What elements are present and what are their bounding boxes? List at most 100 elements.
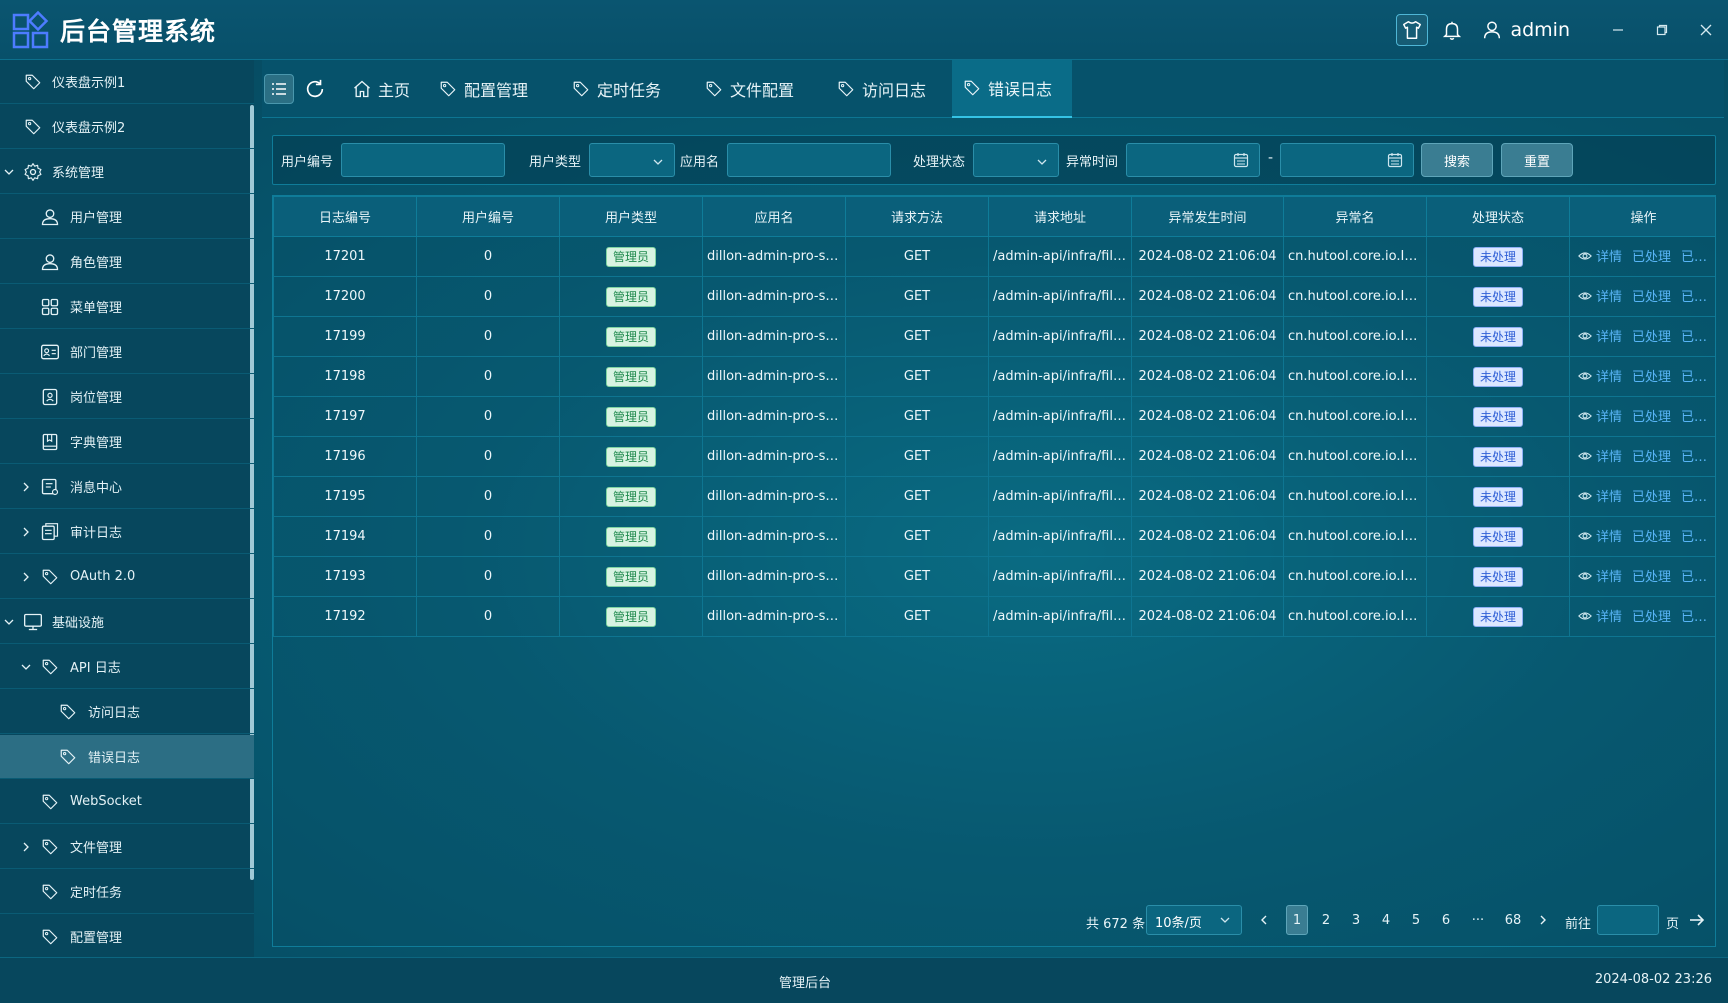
page-button[interactable]: 2: [1315, 905, 1337, 935]
sidebar-item-dictionary[interactable]: 字典管理: [0, 420, 254, 464]
sidebar-item-access-log[interactable]: 访问日志: [0, 690, 254, 734]
sidebar-item-infra[interactable]: 基础设施: [0, 600, 254, 644]
user-name[interactable]: admin: [1510, 19, 1570, 41]
detail-link[interactable]: 详情: [1596, 410, 1622, 425]
sidebar-item-menus[interactable]: 菜单管理: [0, 285, 254, 329]
user-type-select[interactable]: [589, 143, 675, 177]
time-label: 异常时间: [1066, 155, 1119, 170]
eye-icon[interactable]: [1578, 609, 1592, 627]
mark-ignored-link[interactable]: 已忽略: [1681, 490, 1715, 505]
eye-icon[interactable]: [1578, 569, 1592, 587]
tab-file-config[interactable]: 文件配置: [698, 60, 800, 118]
sidebar-item-oauth[interactable]: OAuth 2.0: [0, 555, 254, 599]
sidebar-item-messages[interactable]: 消息中心: [0, 465, 254, 509]
eye-icon[interactable]: [1578, 409, 1592, 427]
end-date-input[interactable]: [1280, 143, 1414, 177]
page-button[interactable]: 4: [1375, 905, 1397, 935]
detail-link[interactable]: 详情: [1596, 250, 1622, 265]
detail-link[interactable]: 详情: [1596, 490, 1622, 505]
eye-icon[interactable]: [1578, 369, 1592, 387]
sidebar-item-departments[interactable]: 部门管理: [0, 330, 254, 374]
sidebar-item-scheduled-tasks[interactable]: 定时任务: [0, 870, 254, 914]
eye-icon[interactable]: [1578, 449, 1592, 467]
sidebar-item-websocket[interactable]: WebSocket: [0, 780, 254, 824]
mark-handled-link[interactable]: 已处理: [1632, 570, 1671, 585]
page-button[interactable]: 1: [1286, 905, 1308, 935]
search-button[interactable]: 搜索: [1421, 143, 1493, 177]
eye-icon[interactable]: [1578, 329, 1592, 347]
detail-link[interactable]: 详情: [1596, 330, 1622, 345]
tab-home[interactable]: 主页: [346, 60, 416, 118]
page-button[interactable]: 5: [1405, 905, 1427, 935]
minimize-icon[interactable]: [1596, 0, 1640, 60]
mark-ignored-link[interactable]: 已忽略: [1681, 290, 1715, 305]
prev-page-icon[interactable]: [1253, 905, 1275, 935]
eye-icon[interactable]: [1578, 489, 1592, 507]
page-ellipsis[interactable]: ···: [1467, 905, 1489, 935]
mark-handled-link[interactable]: 已处理: [1632, 490, 1671, 505]
bell-icon[interactable]: [1436, 14, 1468, 46]
menu-toggle-icon[interactable]: [264, 74, 294, 104]
mark-handled-link[interactable]: 已处理: [1632, 450, 1671, 465]
page-button[interactable]: 68: [1500, 905, 1526, 935]
sidebar-item-dashboard-1[interactable]: 仪表盘示例1: [0, 60, 254, 104]
eye-icon[interactable]: [1578, 289, 1592, 307]
mark-ignored-link[interactable]: 已忽略: [1681, 570, 1715, 585]
mark-ignored-link[interactable]: 已忽略: [1681, 610, 1715, 625]
sidebar-item-users[interactable]: 用户管理: [0, 195, 254, 239]
start-date-input[interactable]: [1126, 143, 1260, 177]
mark-ignored-link[interactable]: 已忽略: [1681, 370, 1715, 385]
tab-config[interactable]: 配置管理: [432, 60, 534, 118]
sidebar-item-error-log[interactable]: 错误日志: [0, 735, 254, 779]
refresh-icon[interactable]: [300, 74, 330, 104]
detail-link[interactable]: 详情: [1596, 370, 1622, 385]
sidebar-item-label: 仪表盘示例2: [52, 121, 126, 136]
detail-link[interactable]: 详情: [1596, 290, 1622, 305]
eye-icon[interactable]: [1578, 529, 1592, 547]
mark-handled-link[interactable]: 已处理: [1632, 290, 1671, 305]
next-page-icon[interactable]: [1532, 905, 1554, 935]
user-icon[interactable]: [1476, 14, 1508, 46]
sidebar-item-system[interactable]: 系统管理: [0, 150, 254, 194]
user-id-input[interactable]: [341, 143, 505, 177]
mark-ignored-link[interactable]: 已忽略: [1681, 450, 1715, 465]
theme-shirt-icon[interactable]: [1396, 14, 1429, 46]
sidebar-item-files[interactable]: 文件管理: [0, 825, 254, 869]
detail-link[interactable]: 详情: [1596, 450, 1622, 465]
sidebar-item-roles[interactable]: 角色管理: [0, 240, 254, 284]
sidebar-item-api-log[interactable]: API 日志: [0, 645, 254, 689]
sidebar-item-dashboard-2[interactable]: 仪表盘示例2: [0, 105, 254, 149]
page-size-select[interactable]: 10条/页: [1146, 905, 1242, 935]
mark-handled-link[interactable]: 已处理: [1632, 530, 1671, 545]
sidebar-item-config[interactable]: 配置管理: [0, 915, 254, 957]
column-header: 请求地址: [988, 196, 1132, 237]
mark-handled-link[interactable]: 已处理: [1632, 370, 1671, 385]
mark-ignored-link[interactable]: 已忽略: [1681, 330, 1715, 345]
sidebar-item-posts[interactable]: 岗位管理: [0, 375, 254, 419]
tab-scheduled-tasks[interactable]: 定时任务: [565, 60, 667, 118]
eye-icon[interactable]: [1578, 249, 1592, 267]
page-button[interactable]: 6: [1435, 905, 1457, 935]
app-name-input[interactable]: [727, 143, 891, 177]
mark-ignored-link[interactable]: 已忽略: [1681, 410, 1715, 425]
detail-link[interactable]: 详情: [1596, 610, 1622, 625]
sidebar-item-audit-log[interactable]: 审计日志: [0, 510, 254, 554]
status-select[interactable]: [973, 143, 1059, 177]
detail-link[interactable]: 详情: [1596, 570, 1622, 585]
detail-link[interactable]: 详情: [1596, 530, 1622, 545]
arrow-right-icon[interactable]: [1686, 905, 1708, 935]
restore-icon[interactable]: [1640, 0, 1684, 60]
mark-handled-link[interactable]: 已处理: [1632, 250, 1671, 265]
goto-page-input[interactable]: [1597, 905, 1659, 935]
tab-access-log[interactable]: 访问日志: [830, 60, 932, 118]
page-button[interactable]: 3: [1345, 905, 1367, 935]
mark-handled-link[interactable]: 已处理: [1632, 330, 1671, 345]
mark-ignored-link[interactable]: 已忽略: [1681, 250, 1715, 265]
mark-ignored-link[interactable]: 已忽略: [1681, 530, 1715, 545]
url-cell: /admin-api/infra/file/2...: [988, 436, 1132, 477]
reset-button[interactable]: 重置: [1501, 143, 1573, 177]
close-icon[interactable]: [1684, 0, 1728, 60]
mark-handled-link[interactable]: 已处理: [1632, 610, 1671, 625]
mark-handled-link[interactable]: 已处理: [1632, 410, 1671, 425]
tab-error-log[interactable]: 错误日志: [952, 60, 1072, 118]
